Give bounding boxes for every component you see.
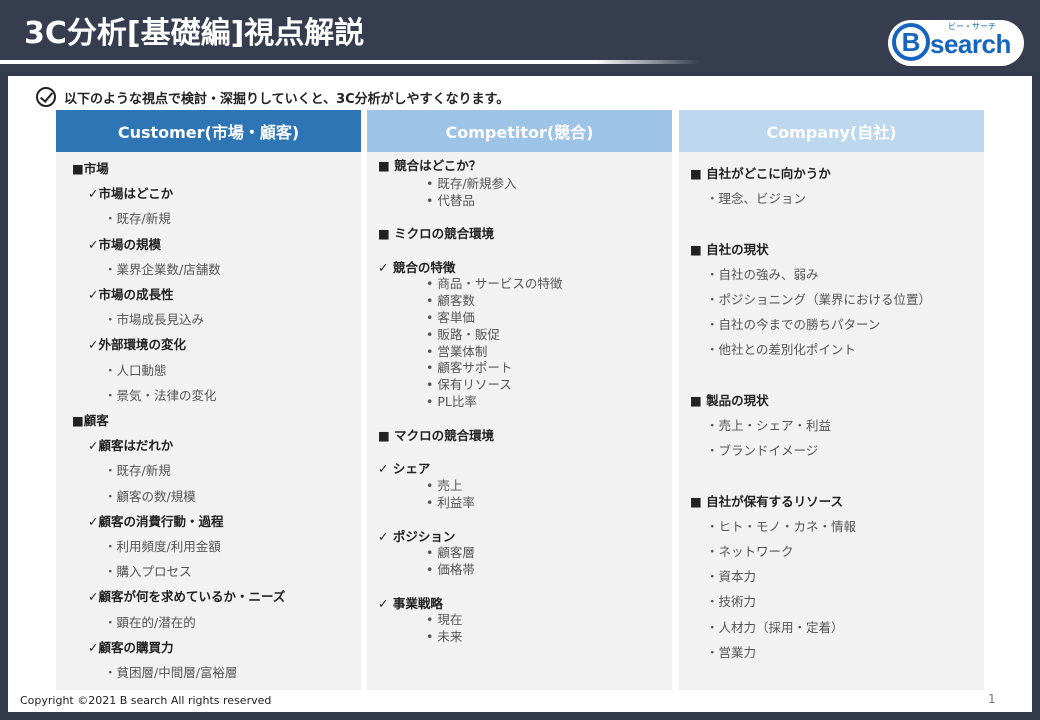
list-item: • PL比率 [426,394,477,409]
list-item: ■ 製品の現状 [690,393,769,408]
list-item: ■ 競合はどこか？ [378,158,482,173]
list-item: • 利益率 [426,495,475,510]
list-item: ✓顧客はだれか [88,438,174,453]
list-item: ✓市場の成長性 [88,287,174,302]
list-item: ・業界企業数/店舗数 [104,262,221,277]
list-item: ・ブランドイメージ [706,443,819,458]
list-item: ・人材力（採用・定着） [706,620,844,635]
list-item: ✓市場の規模 [88,237,161,252]
list-item: ・ポジショニング（業界における位置） [706,292,932,307]
list-item: ✓顧客の購買力 [88,640,174,655]
list-item: ■ 自社が保有するリソース [690,494,844,509]
logo-circle-icon: B [892,23,930,61]
list-item: ■ ミクロの競合環境 [378,226,495,241]
list-item: ・人口動態 [104,363,167,378]
logo-word: search [930,29,1011,59]
list-item: • 未来 [426,629,463,644]
customer-column-header: Customer(市場・顧客) [56,110,361,152]
list-item: ・顕在的/潜在的 [104,615,196,630]
list-item: ・他社との差別化ポイント [706,342,856,357]
intro-line: 以下のような視点で検討・深掘りしていくと、3C分析がしやすくなります。 [36,86,509,108]
company-column-header: Company(自社) [679,110,984,152]
page-title: 3C分析[基礎編]視点解説 [24,16,365,51]
list-item: ・既存/新規 [104,463,171,478]
list-item: ✓顧客が何を求めているか・ニーズ [88,589,286,604]
list-item: ・既存/新規 [104,211,171,226]
list-item: ■市場 [72,161,109,176]
list-item: ・ヒト・モノ・カネ・情報 [706,519,857,534]
brand-logo: B ビー・サーチ search [888,20,1024,66]
list-item: ・顧客の数/規模 [104,489,196,504]
list-item: ・営業力 [706,645,757,660]
list-item: ✓外部環境の変化 [88,337,186,352]
list-item: ■ マクロの競合環境 [378,428,495,443]
list-item: ・貧困層/中間層/富裕層 [104,665,238,680]
list-item: ✓市場はどこか [88,186,174,201]
slide-header: 3C分析[基礎編]視点解説 [0,0,1040,72]
list-item: ■顧客 [72,413,109,428]
list-item: • 価格帯 [426,562,475,577]
list-item: ・理念、ビジョン [706,191,807,206]
list-item: ・購入プロセス [104,564,192,579]
page-number: 1 [988,692,996,706]
list-item: ■ 自社の現状 [690,242,769,257]
copyright-text: Copyright ©2021 B search All rights rese… [20,694,272,707]
list-item: ・自社の今までの勝ちパターン [706,317,881,332]
intro-text: 以下のような視点で検討・深掘りしていくと、3C分析がしやすくなります。 [64,91,510,107]
list-item: ・利用頻度/利用金額 [104,539,221,554]
list-item: ・売上・シェア・利益 [706,418,832,433]
list-item: ・景気・法律の変化 [104,388,217,403]
title-underline [0,60,700,64]
list-item: ・ネットワーク [706,544,794,559]
competitor-column-header: Competitor(競合) [367,110,672,152]
list-item: • 代替品 [426,193,475,208]
logo-letter: B [901,27,921,57]
list-item: ✓顧客の消費行動・過程 [88,514,224,529]
list-item: ✓ シェア [378,461,431,476]
list-item: ・市場成長見込み [104,312,205,327]
list-item: ・資本力 [706,569,757,584]
list-item: ・技術力 [706,594,757,609]
check-circle-icon [36,87,56,107]
list-item: ・自社の強み、弱み [706,267,819,282]
list-item: ■ 自社がどこに向かうか [690,166,831,181]
